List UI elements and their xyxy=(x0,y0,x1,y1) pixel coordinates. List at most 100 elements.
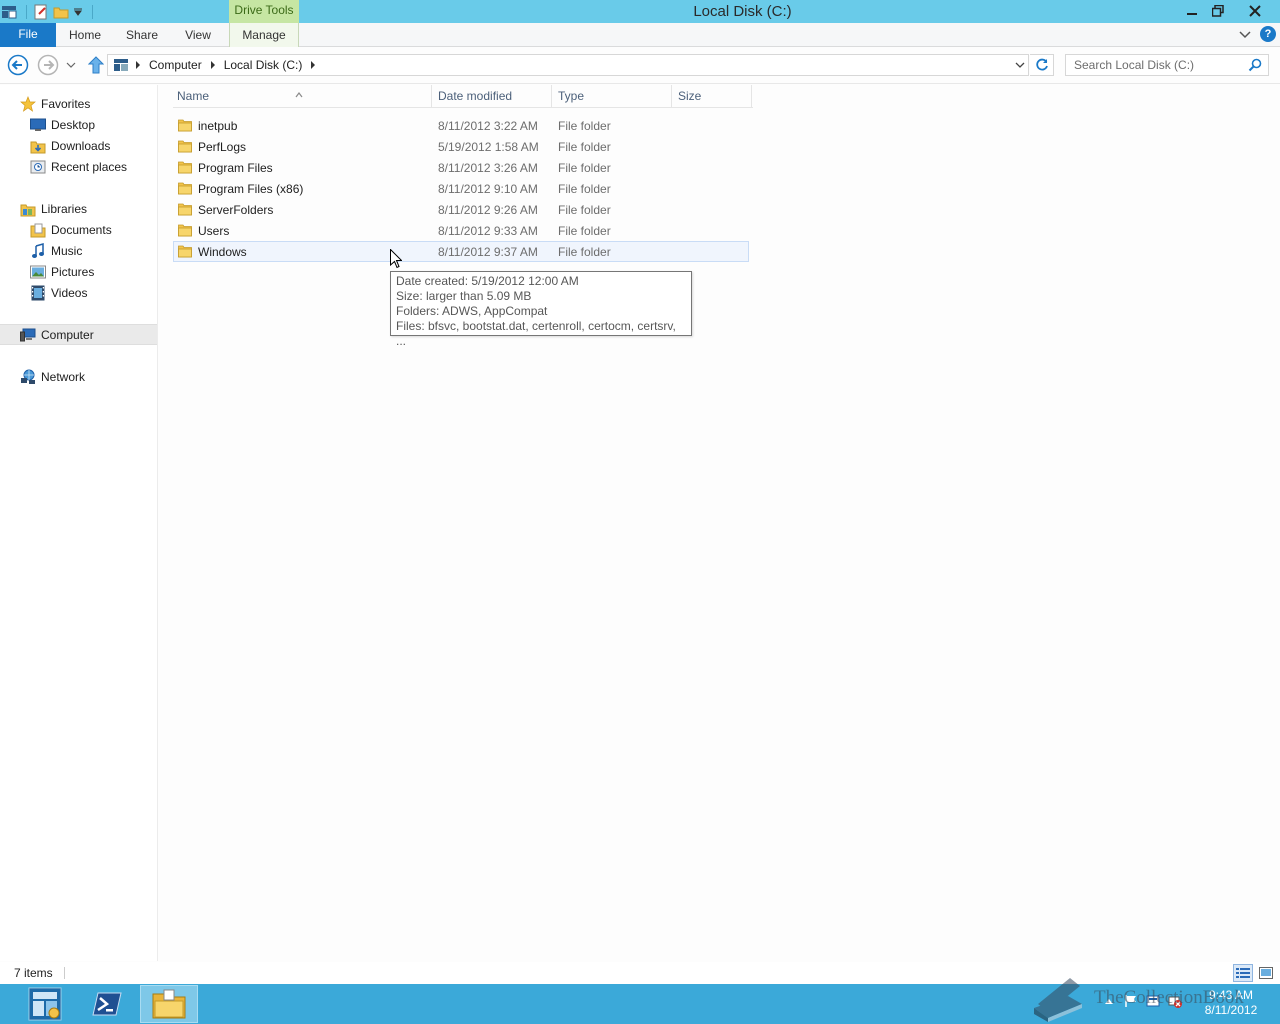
item-count: 7 items xyxy=(14,966,53,980)
title-bar: Drive Tools Local Disk (C:) xyxy=(0,0,1280,23)
tab-view[interactable]: View xyxy=(178,23,218,47)
network-icon xyxy=(20,369,36,385)
column-label: Date modified xyxy=(438,89,513,103)
file-name: PerfLogs xyxy=(198,139,247,154)
sidebar-label: Network xyxy=(41,369,86,384)
column-header: Name Date modified Type Size xyxy=(173,85,753,108)
file-date: 8/11/2012 9:10 AM xyxy=(438,181,538,196)
tooltip-line: Files: bfsvc, bootstat.dat, certenroll, … xyxy=(396,319,676,348)
file-type: File folder xyxy=(558,160,611,175)
file-date: 8/11/2012 9:33 AM xyxy=(438,223,538,238)
folder-icon xyxy=(178,161,192,174)
expand-ribbon-icon[interactable] xyxy=(1237,27,1253,43)
address-bar[interactable]: Computer Local Disk (C:) xyxy=(107,54,1029,76)
folder-icon xyxy=(178,245,192,258)
file-name: Windows xyxy=(198,244,247,259)
file-row-inetpub[interactable]: inetpub 8/11/2012 3:22 AM File folder xyxy=(173,115,749,136)
back-arrow-icon[interactable] xyxy=(6,53,30,77)
window-title: Local Disk (C:) xyxy=(693,3,792,20)
star-icon xyxy=(20,95,36,112)
file-type: File folder xyxy=(558,139,611,154)
search-icon[interactable] xyxy=(1248,58,1262,75)
breadcrumb-local-disk[interactable]: Local Disk (C:) xyxy=(220,58,307,72)
server-manager-icon[interactable] xyxy=(16,985,74,1023)
sidebar-label: Videos xyxy=(51,285,88,300)
folder-icon xyxy=(178,224,192,237)
file-date: 8/11/2012 3:26 AM xyxy=(438,160,538,175)
breadcrumb-separator-icon[interactable] xyxy=(206,61,220,69)
powershell-icon[interactable] xyxy=(78,985,136,1023)
file-row-users[interactable]: Users 8/11/2012 9:33 AM File folder xyxy=(173,220,749,241)
column-header-name[interactable]: Name xyxy=(173,85,432,108)
sidebar-item-downloads[interactable]: Downloads xyxy=(0,135,157,156)
close-button[interactable] xyxy=(1231,0,1278,22)
tooltip-line: Size: larger than 5.09 MB xyxy=(396,289,532,303)
sort-ascending-icon xyxy=(295,83,303,106)
column-label: Type xyxy=(558,89,585,103)
file-explorer-icon[interactable] xyxy=(140,985,198,1023)
breadcrumb-separator-icon[interactable] xyxy=(131,61,145,69)
sidebar-item-recent-places[interactable]: Recent places xyxy=(0,156,157,177)
minimize-button[interactable] xyxy=(1178,0,1205,22)
navigation-bar: Computer Local Disk (C:) xyxy=(0,48,1280,84)
pictures-icon xyxy=(30,264,46,280)
sidebar-label: Favorites xyxy=(41,96,91,111)
restore-button[interactable] xyxy=(1205,0,1231,22)
documents-icon xyxy=(30,222,46,238)
tab-file[interactable]: File xyxy=(0,23,56,47)
file-type: File folder xyxy=(558,202,611,217)
recent-places-icon xyxy=(30,159,46,175)
sidebar-item-pictures[interactable]: Pictures xyxy=(0,261,157,282)
sidebar-label: Documents xyxy=(51,222,112,237)
ribbon-tab-bar: File Home Share View Manage ? xyxy=(0,23,1280,47)
file-date: 5/19/2012 1:58 AM xyxy=(438,139,539,154)
forward-arrow-icon[interactable] xyxy=(36,53,60,77)
address-dropdown-icon[interactable] xyxy=(1014,59,1026,71)
book-logo-icon xyxy=(1034,978,1082,1022)
videos-icon xyxy=(30,285,46,301)
column-header-type[interactable]: Type xyxy=(552,85,672,108)
tab-share[interactable]: Share xyxy=(120,23,164,47)
file-type: File folder xyxy=(558,181,611,196)
file-row-perflogs[interactable]: PerfLogs 5/19/2012 1:58 AM File folder xyxy=(173,136,749,157)
sidebar-item-music[interactable]: Music xyxy=(0,240,157,261)
file-row-program-files[interactable]: Program Files 8/11/2012 3:26 AM File fol… xyxy=(173,157,749,178)
sidebar-item-favorites[interactable]: Favorites xyxy=(0,93,157,114)
breadcrumb-computer[interactable]: Computer xyxy=(145,58,206,72)
search-box[interactable] xyxy=(1065,54,1269,76)
tab-manage[interactable]: Manage xyxy=(229,23,299,47)
computer-location-icon[interactable] xyxy=(111,55,131,75)
sidebar-item-videos[interactable]: Videos xyxy=(0,282,157,303)
breadcrumb-separator-icon[interactable] xyxy=(306,61,320,69)
sidebar-item-libraries[interactable]: Libraries xyxy=(0,198,157,219)
sidebar-item-computer[interactable]: Computer xyxy=(0,324,157,345)
file-name: Program Files (x86) xyxy=(198,181,304,196)
help-icon[interactable]: ? xyxy=(1260,26,1276,42)
column-header-size[interactable]: Size xyxy=(672,85,752,108)
up-arrow-icon[interactable] xyxy=(84,53,108,77)
file-row-program-files-x86[interactable]: Program Files (x86) 8/11/2012 9:10 AM Fi… xyxy=(173,178,749,199)
column-header-date-modified[interactable]: Date modified xyxy=(432,85,552,108)
folder-icon xyxy=(178,119,192,132)
libraries-icon xyxy=(20,201,36,217)
tab-home[interactable]: Home xyxy=(63,23,107,47)
desktop-icon xyxy=(30,117,46,133)
file-date: 8/11/2012 9:26 AM xyxy=(438,202,538,217)
sidebar-item-desktop[interactable]: Desktop xyxy=(0,114,157,135)
sidebar-item-documents[interactable]: Documents xyxy=(0,219,157,240)
status-divider xyxy=(64,967,65,979)
refresh-icon[interactable] xyxy=(1030,54,1054,76)
large-icons-view-icon[interactable] xyxy=(1257,964,1275,982)
file-name: inetpub xyxy=(198,118,238,133)
recent-locations-icon[interactable] xyxy=(64,53,78,77)
tooltip-line: Date created: 5/19/2012 12:00 AM xyxy=(396,274,579,288)
search-input[interactable] xyxy=(1066,58,1242,72)
tooltip-line: Folders: ADWS, AppCompat xyxy=(396,304,548,318)
file-name: Users xyxy=(198,223,230,238)
file-row-serverfolders[interactable]: ServerFolders 8/11/2012 9:26 AM File fol… xyxy=(173,199,749,220)
file-row-windows[interactable]: Windows 8/11/2012 9:37 AM File folder xyxy=(173,241,749,262)
sidebar-label: Music xyxy=(51,243,83,258)
sidebar-label: Downloads xyxy=(51,138,111,153)
sidebar-label: Recent places xyxy=(51,159,128,174)
sidebar-item-network[interactable]: Network xyxy=(0,366,157,387)
